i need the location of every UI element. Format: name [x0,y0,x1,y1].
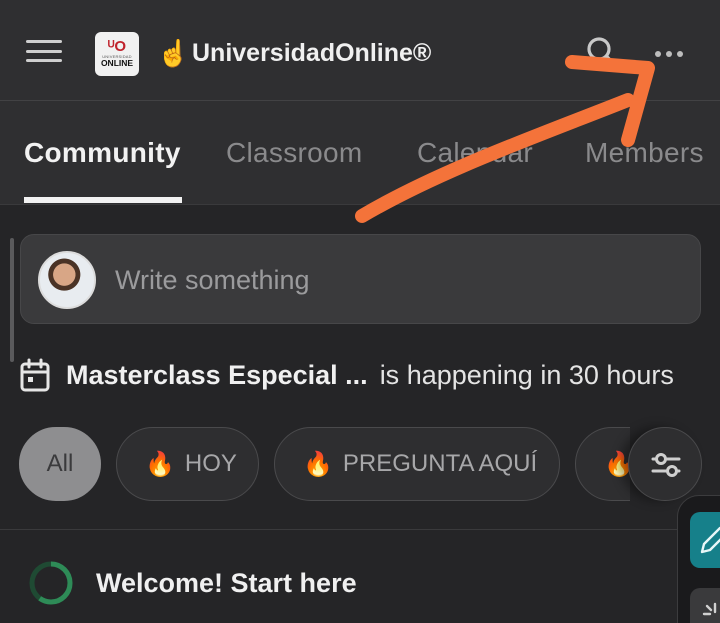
filter-chip-pregunta-aqui[interactable]: 🔥 PREGUNTA AQUÍ [274,427,560,501]
filter-chip-hoy[interactable]: 🔥 HOY [116,427,259,501]
logo-word: ONLINE [100,58,134,68]
tab-community[interactable]: Community [24,135,181,171]
calendar-icon [20,358,50,392]
category-filters: All 🔥 HOY 🔥 PREGUNTA AQUÍ 🔥 [0,427,720,501]
compose-pencil-button[interactable] [690,512,720,568]
floating-action-rail [677,495,720,623]
fire-emoji-icon: 🔥 [303,450,333,478]
filter-chip-all[interactable]: All [19,427,101,501]
fire-emoji-icon: 🔥 [145,450,175,478]
progress-ring-icon [29,561,73,605]
welcome-title[interactable]: Welcome! Start here [96,568,357,599]
filter-chip-partial[interactable]: 🔥 [575,427,630,501]
composer-placeholder[interactable]: Write something [115,263,310,297]
event-status: is happening in 30 hours [379,359,674,390]
sparkle-icon [702,602,717,616]
post-composer[interactable]: Write something [20,234,701,324]
tab-calendar[interactable]: Calendar [417,135,533,171]
chip-label: HOY [184,450,237,477]
tab-bar: Community Classroom Calendar Members [0,101,720,205]
top-app-bar: ᵁO UNIVERSIDAD ONLINE ☝️ UniversidadOnli… [0,0,720,101]
event-title[interactable]: Masterclass Especial ... [66,360,368,391]
menu-icon[interactable] [26,40,62,66]
logo-mark: ᵁO [107,38,127,55]
tab-members[interactable]: Members [585,135,704,171]
user-avatar[interactable] [38,251,96,309]
pointing-up-emoji-icon: ☝️ [157,38,190,68]
scrollbar[interactable] [10,238,14,362]
search-icon[interactable] [584,34,620,70]
more-dots-icon[interactable] [655,44,695,62]
tab-classroom[interactable]: Classroom [226,135,363,171]
section-divider [0,529,720,530]
sliders-icon [651,453,681,477]
chip-label: PREGUNTA AQUÍ [342,450,538,477]
welcome-post[interactable]: Welcome! Start here [28,560,357,606]
upcoming-event-banner[interactable]: Masterclass Especial ... is happening in… [20,355,674,395]
chip-label: All [46,450,74,477]
filter-chip-overflow[interactable]: 🔥 [575,427,630,501]
community-feed: Write something Masterclass Especial ...… [0,205,720,623]
active-tab-indicator [24,197,182,203]
fire-emoji-icon: 🔥 [604,450,630,478]
community-name[interactable]: UniversidadOnline® [192,38,431,68]
pencil-icon [700,526,720,554]
filter-settings-button[interactable] [628,427,702,501]
sparkle-button[interactable] [690,588,720,623]
community-logo[interactable]: ᵁO UNIVERSIDAD ONLINE [95,32,139,76]
